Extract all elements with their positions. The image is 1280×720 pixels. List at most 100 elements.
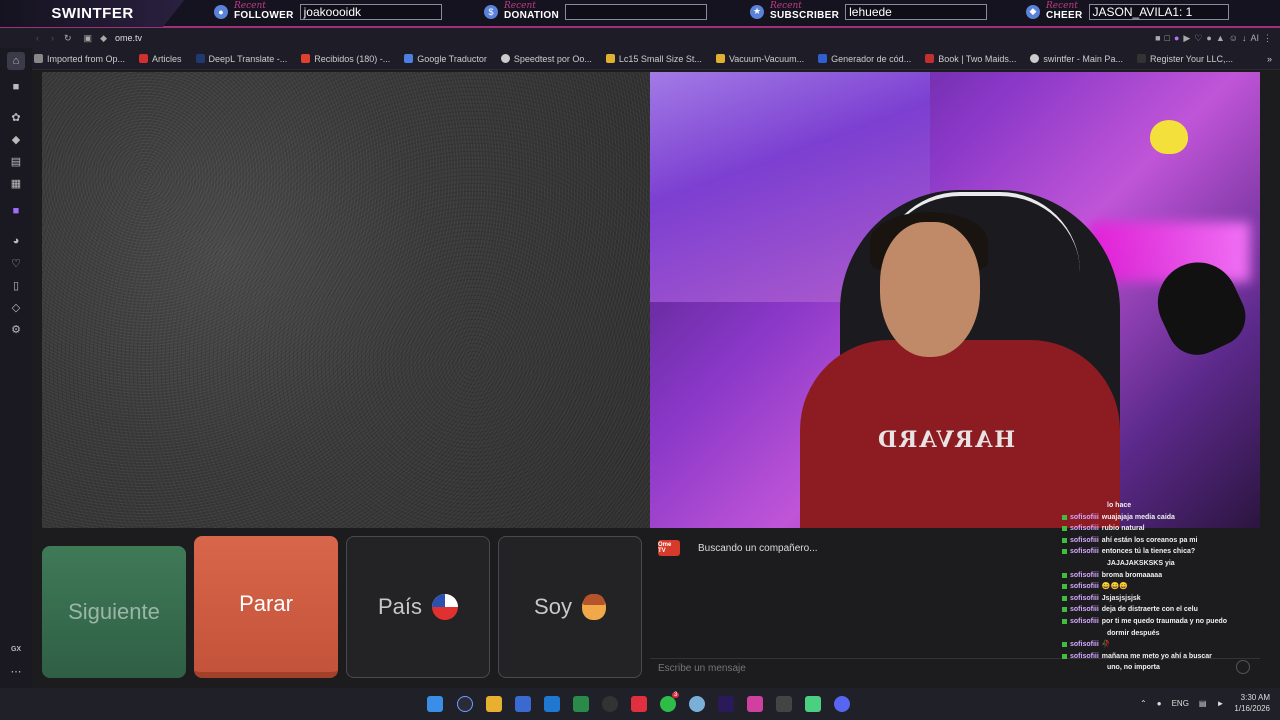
discord-icon[interactable]: [834, 696, 850, 712]
chile-flag-icon: [432, 594, 459, 620]
badge-icon: [1062, 549, 1067, 555]
chevron-up-icon[interactable]: ⌃: [1140, 699, 1147, 708]
whatsapp-icon[interactable]: [660, 696, 676, 712]
steam-icon[interactable]: [689, 696, 705, 712]
country-label: País: [377, 594, 423, 619]
self-webcam-video: HARVARD: [650, 72, 1260, 528]
bookmark-item[interactable]: Generador de cód...: [818, 54, 911, 64]
heart-icon[interactable]: ♡: [7, 254, 25, 272]
play-icon[interactable]: ▶: [1183, 33, 1190, 44]
puzzle-icon[interactable]: ▲: [1216, 33, 1225, 43]
vpn-icon[interactable]: ●: [1174, 33, 1179, 43]
home-icon[interactable]: ⌂: [7, 52, 25, 70]
diamond-icon[interactable]: ◆: [7, 130, 25, 148]
language-indicator[interactable]: ENG: [1172, 699, 1189, 708]
stop-button[interactable]: Parar: [194, 536, 338, 678]
bookmark-item[interactable]: Articles: [139, 54, 182, 64]
bookmark-label: Google Traductor: [417, 53, 487, 64]
capture-icon[interactable]: [805, 696, 821, 712]
chat-message: rubio natural: [1101, 525, 1145, 533]
badge-icon: [1062, 514, 1067, 520]
gender-button[interactable]: Soy: [498, 536, 642, 678]
chat-user: sofisofiii: [1070, 525, 1099, 533]
settings-icon[interactable]: ⚙: [7, 320, 25, 338]
camera-icon[interactable]: ▣: [84, 33, 93, 44]
more-icon[interactable]: ⋯: [7, 662, 25, 680]
app-icon[interactable]: [776, 696, 792, 712]
profile-icon[interactable]: ☺: [1229, 33, 1238, 43]
taskbar: 3 ⌃ ● ENG ▤ ► 3:30 AM 1/16/2026: [0, 688, 1280, 720]
bookmark-item[interactable]: Speedtest por Oo...: [500, 53, 592, 64]
country-button[interactable]: País: [346, 536, 490, 678]
lock-icon: ◆: [100, 32, 107, 43]
windows-start-icon[interactable]: [427, 696, 443, 712]
app-icon[interactable]: [602, 696, 618, 712]
cheer-value: JASON_AVILA1: 1: [1088, 3, 1229, 20]
deepl-icon: [195, 54, 205, 63]
bookmark-icon: [715, 54, 725, 63]
file-explorer-icon[interactable]: [486, 696, 502, 712]
status-text: Buscando un compañero...: [698, 542, 818, 554]
partner-video-static: [42, 72, 650, 528]
next-button[interactable]: Siguiente: [42, 546, 186, 678]
instagram-icon[interactable]: [747, 696, 763, 712]
chat-message: entonces tú la tienes chica?: [1101, 548, 1196, 556]
bookmark-item[interactable]: Google Traductor: [404, 54, 487, 64]
bookmark-item[interactable]: DeepL Translate -...: [195, 54, 287, 64]
bookmark-item[interactable]: swintfer - Main Pa...: [1030, 54, 1123, 64]
overlay-subscriber: ★ Recent SUBSCRIBER lehuede: [750, 2, 988, 21]
heart-icon[interactable]: ♡: [1194, 33, 1202, 44]
ai-button[interactable]: AI: [1250, 33, 1259, 43]
bookmark-item[interactable]: Lc15 Small Size St...: [605, 54, 702, 64]
reload-icon[interactable]: ↻: [64, 33, 72, 44]
opera-gx-icon[interactable]: [631, 696, 647, 712]
openai-icon[interactable]: ✿: [7, 108, 25, 126]
forward-icon[interactable]: ›: [51, 33, 54, 43]
gx-label[interactable]: GX: [7, 640, 25, 658]
snapshot-icon[interactable]: □: [1165, 33, 1170, 43]
chat-user: sofisofiii: [1070, 583, 1099, 591]
bookmark-label: Speedtest por Oo...: [513, 53, 592, 64]
bookmark-icon: [1136, 54, 1146, 63]
bookmark-item[interactable]: Recibidos (180) -...: [301, 54, 390, 64]
volume-icon[interactable]: ►: [1216, 699, 1224, 708]
notes-icon[interactable]: ▯: [7, 276, 25, 294]
bookmark-item[interactable]: Vacuum-Vacuum...: [715, 54, 804, 64]
back-icon[interactable]: ‹: [36, 33, 39, 43]
bookmark-item[interactable]: Register Your LLC,...: [1136, 53, 1234, 64]
download-icon[interactable]: ↓: [1242, 33, 1247, 43]
address-bar: ‹ › ↻ ▣ ◆ ome.tv ■ □ ● ▶ ♡ ● ▲ ☺ ↓ AI ⋮: [0, 28, 1280, 48]
person-emoji-icon: [581, 594, 606, 620]
chat-line: JAJAJAKSKSKS yia: [1107, 559, 1175, 567]
gamepad-icon[interactable]: ■: [7, 78, 25, 96]
url-field[interactable]: ome.tv: [115, 33, 142, 43]
premiere-icon[interactable]: [718, 696, 734, 712]
box-icon[interactable]: ▦: [7, 174, 25, 192]
browser-icon[interactable]: [457, 696, 473, 712]
player-icon[interactable]: ◕: [7, 232, 25, 250]
chat-line: sofisofiii 😄😄😄: [1062, 581, 1252, 593]
pin-icon[interactable]: ■: [1155, 33, 1160, 43]
cheer-label: CHEER: [1046, 10, 1083, 21]
chat-line: dormir después: [1107, 629, 1160, 637]
sheets-icon[interactable]: [573, 696, 589, 712]
chat-user: sofisofiii: [1070, 652, 1099, 660]
bookmark-label: Book | Two Maids...: [938, 53, 1017, 64]
badge-icon: [1062, 526, 1067, 532]
outlook-icon[interactable]: [544, 696, 560, 712]
extension-icon[interactable]: ●: [1206, 33, 1211, 43]
menu-icon[interactable]: ⋮: [1263, 33, 1272, 44]
mic-icon[interactable]: ●: [1157, 699, 1162, 708]
twitch-icon[interactable]: ■: [7, 202, 25, 220]
image-icon[interactable]: ▤: [7, 152, 25, 170]
network-icon[interactable]: ▤: [1199, 699, 1207, 708]
bookmark-item[interactable]: Imported from Op...: [34, 54, 125, 64]
more-bookmarks-icon[interactable]: »: [1267, 54, 1272, 64]
layers-icon[interactable]: ◇: [7, 298, 25, 316]
chat-user: sofisofiii: [1070, 548, 1099, 556]
whatsapp-badge: 3: [672, 692, 680, 698]
store-icon[interactable]: [515, 696, 531, 712]
bookmark-label: Register Your LLC,...: [1149, 53, 1234, 64]
clock[interactable]: 3:30 AM 1/16/2026: [1234, 692, 1270, 714]
bookmark-item[interactable]: Book | Two Maids...: [925, 54, 1016, 64]
